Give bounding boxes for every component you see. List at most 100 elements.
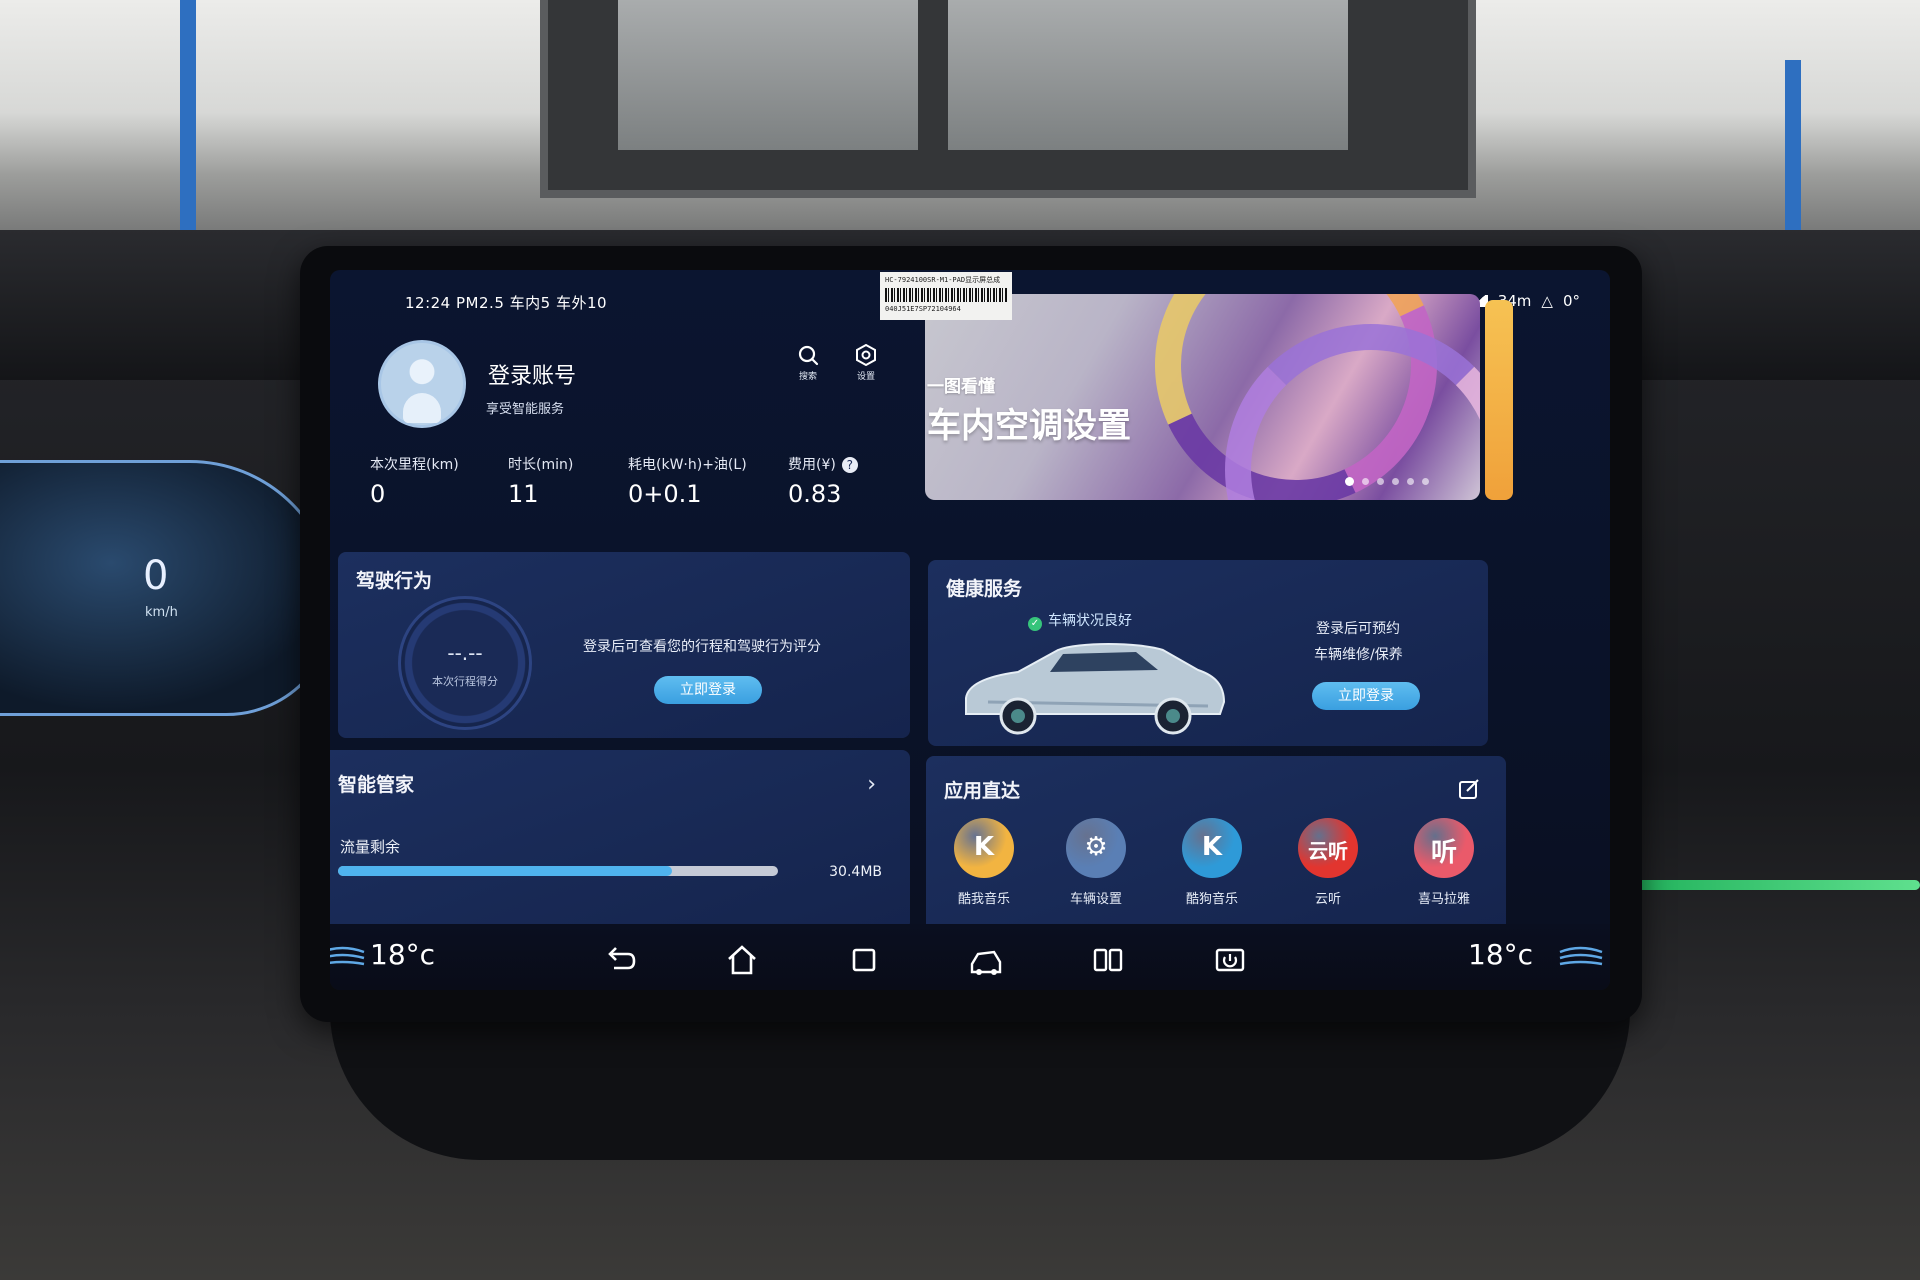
edit-icon[interactable]	[1458, 778, 1480, 800]
stat-duration-label: 时长(min)	[508, 457, 574, 473]
cluster-speed: 0	[143, 553, 169, 599]
stat-energy-value: 0+0.1	[628, 480, 702, 508]
manager-title: 智能管家	[338, 774, 415, 796]
app-label[interactable]: 车辆设置	[1051, 888, 1141, 907]
stat-cost-value: 0.83	[788, 480, 842, 508]
app-glyph: K	[1201, 832, 1223, 862]
home-icon[interactable]	[724, 942, 760, 978]
ximalaya-icon[interactable]: 听	[1414, 818, 1474, 878]
banner-title: 车内空调设置	[927, 406, 1131, 446]
recents-icon[interactable]	[846, 942, 882, 978]
health-login-button[interactable]: 立即登录	[1312, 682, 1420, 710]
ambient-light	[1620, 880, 1920, 890]
account-title[interactable]: 登录账号	[488, 358, 576, 390]
background-pole	[180, 0, 196, 250]
sticker-line1: HC-7924100SR-M1-PAD显示屏总成	[885, 276, 1001, 284]
stat-mileage-value: 0	[370, 480, 386, 508]
warning-icon: △	[1541, 292, 1553, 310]
banner-dot[interactable]	[1377, 478, 1384, 485]
car-illustration	[965, 643, 1226, 735]
split-screen-icon[interactable]	[1090, 942, 1126, 978]
search-icon	[798, 345, 819, 366]
banner-dot[interactable]	[1407, 478, 1414, 485]
health-line2: 车辆维修/保养	[1314, 647, 1403, 663]
avatar[interactable]	[378, 340, 466, 428]
barcode	[885, 288, 1007, 302]
instrument-cluster: 0 km/h	[0, 460, 336, 716]
back-icon[interactable]	[602, 942, 638, 978]
health-title: 健康服务	[946, 578, 1023, 600]
left-temperature[interactable]: 18°c	[370, 938, 435, 971]
stat-cost-label: 费用(¥)?	[788, 454, 858, 474]
banner-pagination[interactable]	[1345, 477, 1429, 486]
infotainment-screen: 12:24 PM2.5 车内5 车外10 ⌾ ✱ 34m △ 0° 登录账号 享…	[330, 270, 1610, 990]
check-icon: ✓	[1028, 617, 1042, 631]
stat-mileage-label: 本次里程(km)	[370, 457, 459, 473]
part-label-sticker: HC-7924100SR-M1-PAD显示屏总成 040J51E7SP72104…	[880, 272, 1012, 320]
banner-subtitle: 一图看懂	[927, 377, 995, 397]
driving-behavior-card[interactable]: 驾驶行为 --.-- 本次行程得分 登录后可查看您的行程和驾驶行为评分 立即登录	[338, 552, 910, 738]
app-glyph: 听	[1430, 838, 1457, 868]
status-air-quality: PM2.5 车内5 车外10	[456, 294, 608, 312]
cluster-speed-unit: km/h	[145, 605, 178, 620]
app-glyph: K	[973, 832, 995, 862]
trip-score-ring: --.-- 本次行程得分	[398, 596, 532, 730]
kuwo-icon[interactable]: K	[954, 818, 1014, 878]
vehicle-status-text: 车辆状况良好	[1048, 613, 1132, 629]
app-label[interactable]: 喜马拉雅	[1399, 888, 1489, 907]
vehicle-status: ✓ 车辆状况良好	[1028, 610, 1132, 631]
app-label[interactable]: 云听	[1283, 888, 1373, 907]
background-window	[540, 0, 1476, 198]
health-line1: 登录后可预约	[1316, 621, 1400, 637]
driving-message: 登录后可查看您的行程和驾驶行为评分	[583, 639, 821, 655]
banner-dot[interactable]	[1345, 477, 1354, 486]
help-icon[interactable]: ?	[841, 457, 858, 473]
banner-dot[interactable]	[1392, 478, 1399, 485]
stat-duration-value: 11	[508, 480, 539, 508]
promo-banner[interactable]: 一图看懂 车内空调设置	[925, 294, 1480, 500]
app-glyph: 云听	[1308, 839, 1348, 863]
stat-cost-label-text: 费用(¥)	[788, 457, 836, 473]
right-fan-icon[interactable]	[1558, 942, 1604, 972]
kugou-icon[interactable]: K	[1182, 818, 1242, 878]
right-temperature[interactable]: 18°c	[1468, 938, 1533, 971]
account-card[interactable]: 登录账号 享受智能服务 搜索 设置 本次里程(km) 0 时长(min) 11 …	[348, 320, 908, 540]
smart-manager-card[interactable]: 智能管家 › 流量剩余 30.4MB	[330, 750, 910, 930]
search-label: 搜索	[798, 372, 817, 382]
data-usage-bar	[338, 866, 778, 876]
trip-score-value: --.--	[447, 641, 483, 665]
app-glyph: ⚙	[1084, 832, 1108, 862]
banner-dot[interactable]	[1362, 478, 1369, 485]
app-shortcuts-card: 应用直达 K 酷我音乐 ⚙ 车辆设置 K 酷狗音乐 云听 云听 听 喜马拉雅	[926, 756, 1506, 936]
trip-score-label: 本次行程得分	[432, 675, 498, 688]
screen-off-icon[interactable]	[1212, 942, 1248, 978]
data-usage-fill	[338, 866, 673, 876]
left-fan-icon[interactable]	[330, 942, 366, 972]
data-remaining-label: 流量剩余	[340, 838, 401, 856]
settings-button[interactable]: 设置	[846, 344, 886, 382]
health-service-card[interactable]: 健康服务 ✓ 车辆状况良好 登录后可预约 车辆维修/保养 立即登录	[928, 560, 1488, 746]
vehicle-control-icon[interactable]	[968, 942, 1004, 978]
app-label[interactable]: 酷我音乐	[939, 888, 1029, 907]
banner-dot[interactable]	[1422, 478, 1429, 485]
search-button[interactable]: 搜索	[788, 344, 828, 382]
stat-energy-label: 耗电(kW·h)+油(L)	[628, 457, 747, 473]
apps-title: 应用直达	[944, 780, 1021, 802]
status-time: 12:24	[405, 294, 451, 312]
driving-title: 驾驶行为	[356, 570, 433, 592]
status-left: 12:24 PM2.5 车内5 车外10	[405, 292, 607, 313]
data-remaining-value: 30.4MB	[829, 864, 882, 880]
account-subtitle: 享受智能服务	[486, 402, 565, 417]
chevron-right-icon[interactable]: ›	[867, 772, 876, 797]
car-settings-icon[interactable]: ⚙	[1066, 818, 1126, 878]
status-extra: 0°	[1562, 292, 1580, 310]
banner-next-peek[interactable]	[1485, 300, 1513, 500]
gear-icon	[856, 344, 876, 366]
dashboard-lower	[330, 1010, 1630, 1160]
driving-login-button[interactable]: 立即登录	[654, 676, 762, 704]
bottom-dock: 18°c 18°c	[330, 924, 1610, 990]
settings-label: 设置	[856, 372, 875, 382]
app-label[interactable]: 酷狗音乐	[1167, 888, 1257, 907]
sticker-line2: 040J51E7SP72104964	[885, 305, 961, 313]
yunting-icon[interactable]: 云听	[1298, 818, 1358, 878]
